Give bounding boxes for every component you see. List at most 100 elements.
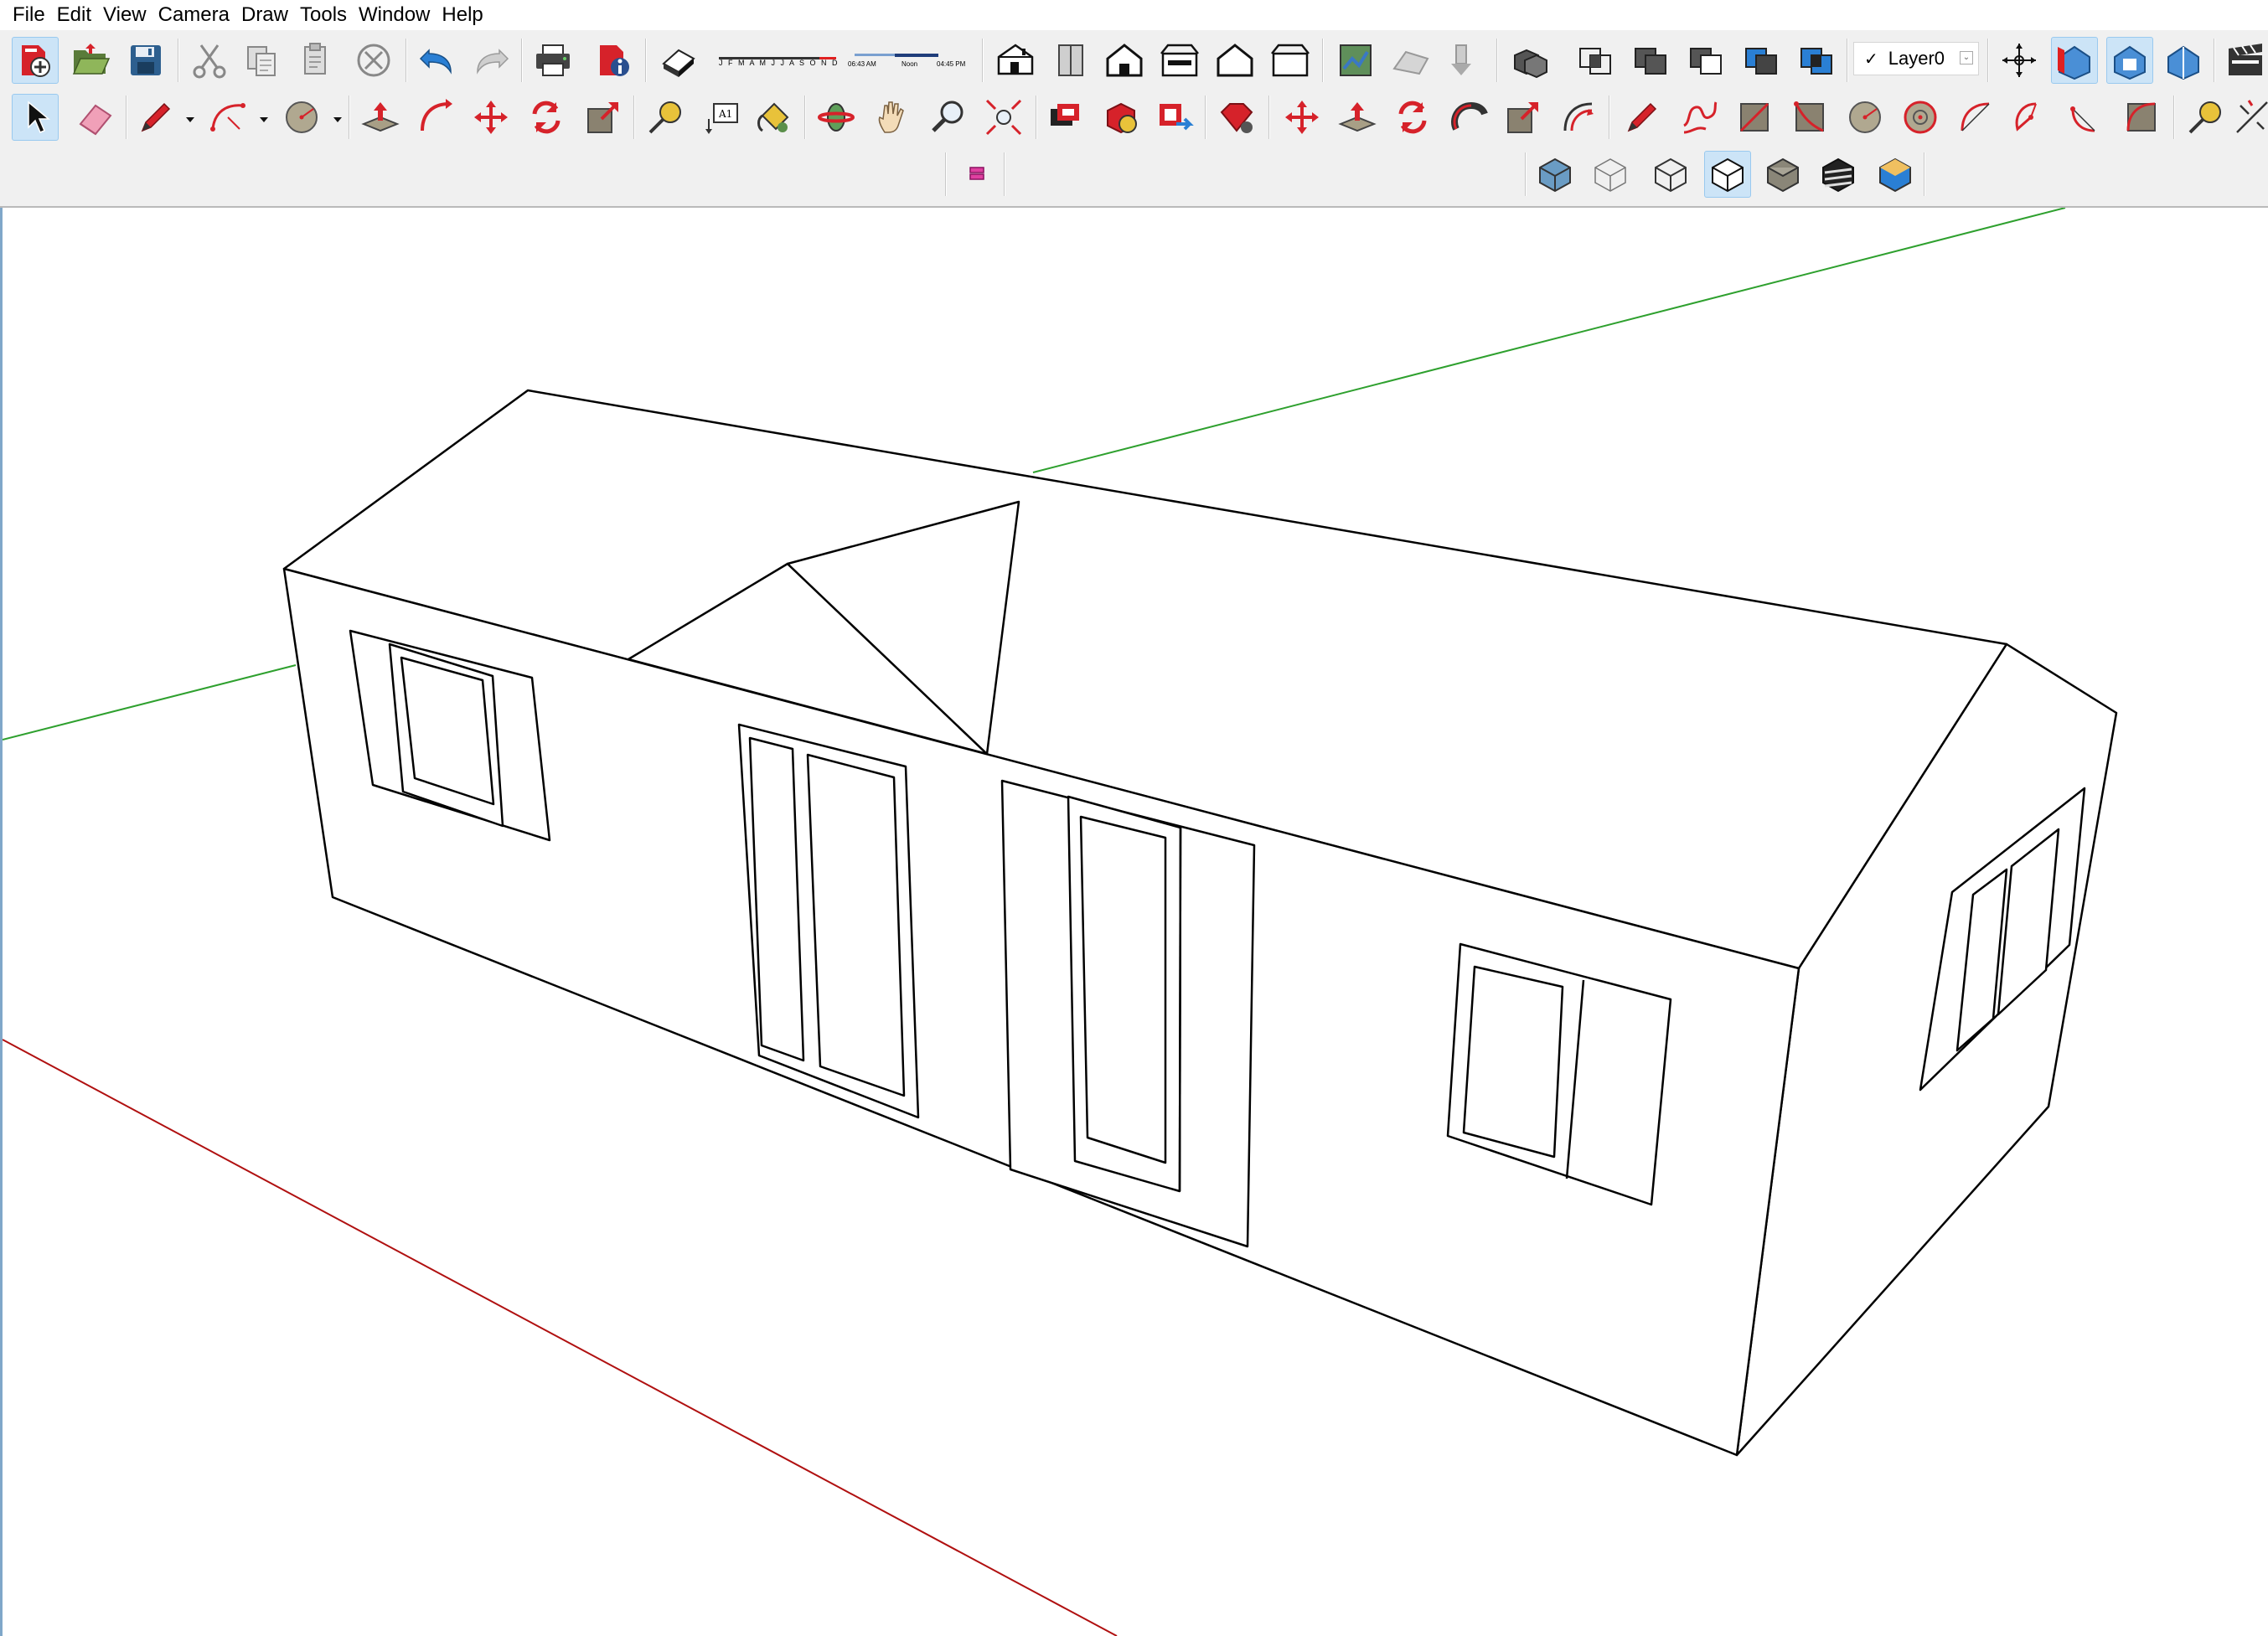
axes-icon [2002,44,2036,77]
layers-button[interactable] [953,151,1000,198]
scale-button[interactable] [580,94,627,141]
text-button[interactable]: A1 [699,94,746,141]
erase-button[interactable] [350,37,397,84]
polygon-button[interactable] [1897,94,1944,141]
model-info-button[interactable] [590,37,637,84]
push-pull-button[interactable] [357,94,404,141]
terrain-button[interactable] [1387,37,1434,84]
front-view-button[interactable] [1101,37,1148,84]
top-view-button[interactable] [1047,37,1094,84]
menu-help[interactable]: Help [436,0,488,30]
iso-view-button[interactable] [992,37,1039,84]
toolbar-separator [1847,39,1848,82]
hidden-line-style-button[interactable] [1704,151,1751,198]
outer-shell-button[interactable] [1506,37,1553,84]
rotate-button[interactable] [523,94,570,141]
redo-button[interactable] [468,37,514,84]
save-button[interactable] [122,37,169,84]
section-plane-button[interactable] [2051,37,2098,84]
rotate-2-button[interactable] [1389,94,1436,141]
warehouse-button[interactable] [1042,94,1089,141]
right-view-button[interactable] [1156,37,1203,84]
wireframe-style-button[interactable] [1587,151,1634,198]
rotated-rectangle-button[interactable] [1786,94,1833,141]
axes-button[interactable] [1996,37,2043,84]
select-button[interactable] [12,94,59,141]
eraser-button[interactable] [72,94,119,141]
subtract-button[interactable] [1682,37,1729,84]
scale-icon [587,102,618,133]
orbit-button[interactable] [813,94,860,141]
share-model-button[interactable] [1098,94,1144,141]
three-point-arc-button[interactable] [2118,94,2165,141]
paint-bucket-button[interactable] [751,94,798,141]
scene-button[interactable] [2222,37,2268,84]
intersect-button[interactable] [1572,37,1619,84]
pie-button[interactable] [2007,94,2054,141]
geolocation-button[interactable] [1332,37,1379,84]
scale-2-button[interactable] [1500,94,1547,141]
print-button[interactable] [530,37,576,84]
extension-warehouse-button[interactable] [1151,94,1198,141]
new-file-button[interactable] [12,37,59,84]
photo-texture-button[interactable] [1441,37,1488,84]
move-button[interactable] [468,94,514,141]
trim-button[interactable] [1738,37,1785,84]
shaded-texture-style-button[interactable] [1815,151,1862,198]
copy-button[interactable] [238,37,285,84]
house-model[interactable] [282,389,2118,1457]
back-view-button[interactable] [1211,37,1258,84]
chevron-down-icon[interactable] [258,114,270,126]
dimension-button[interactable] [2229,94,2268,141]
shadow-time-end: 04:45 PM [937,60,966,68]
monochrome-style-button[interactable] [1872,151,1919,198]
union-button[interactable] [1627,37,1674,84]
menu-edit[interactable]: Edit [51,0,97,30]
chevron-down-icon[interactable] [184,114,196,126]
zoom-button[interactable] [925,94,972,141]
arc-button[interactable] [204,94,251,141]
pencil-button[interactable] [132,94,179,141]
two-point-arc-button[interactable] [2063,94,2110,141]
menu-tools[interactable]: Tools [294,0,353,30]
move-tool-2-button[interactable] [1279,94,1325,141]
line-button[interactable] [1619,94,1666,141]
offset-button[interactable] [1555,94,1602,141]
model-viewport[interactable] [0,208,2268,1636]
pan-button[interactable] [870,94,917,141]
shaded-style-button[interactable] [1759,151,1806,198]
undo-button[interactable] [414,37,461,84]
cut-button[interactable] [186,37,233,84]
ruby-console-button[interactable] [1213,94,1260,141]
menu-draw[interactable]: Draw [235,0,294,30]
rectangle-button[interactable] [1731,94,1778,141]
section-cut-button[interactable] [2106,37,2153,84]
freehand-button[interactable] [1676,94,1723,141]
paste-button[interactable] [293,37,340,84]
tape-measure-2-button[interactable] [2182,94,2229,141]
layer-dropdown[interactable]: ✓ Layer0 ⌄ [1853,42,1979,75]
section-display-button[interactable] [2160,37,2207,84]
chevron-down-icon[interactable] [332,114,344,126]
menu-file[interactable]: File [7,0,51,30]
chevron-down-icon[interactable]: ⌄ [1960,51,1973,65]
menu-camera[interactable]: Camera [152,0,235,30]
menu-view[interactable]: View [97,0,152,30]
circle-2-button[interactable] [1842,94,1888,141]
zoom-extents-button[interactable] [980,94,1027,141]
left-view-button[interactable] [1267,37,1314,84]
hidden-line-wire-button[interactable] [1647,151,1694,198]
shadows-toggle-button[interactable] [655,37,702,84]
tape-measure-button[interactable] [642,94,689,141]
open-button[interactable] [67,37,114,84]
push-pull-2-button[interactable] [1334,94,1381,141]
split-button[interactable] [1793,37,1840,84]
model-canvas[interactable] [3,208,2268,1636]
shadow-months[interactable]: J F M A M J J A S O N D [719,59,840,67]
follow-me-2-button[interactable] [1444,94,1491,141]
circle-button[interactable] [278,94,325,141]
follow-me-button[interactable] [412,94,459,141]
xray-style-button[interactable] [1532,151,1578,198]
menu-window[interactable]: Window [353,0,436,30]
arc-2-button[interactable] [1952,94,1999,141]
